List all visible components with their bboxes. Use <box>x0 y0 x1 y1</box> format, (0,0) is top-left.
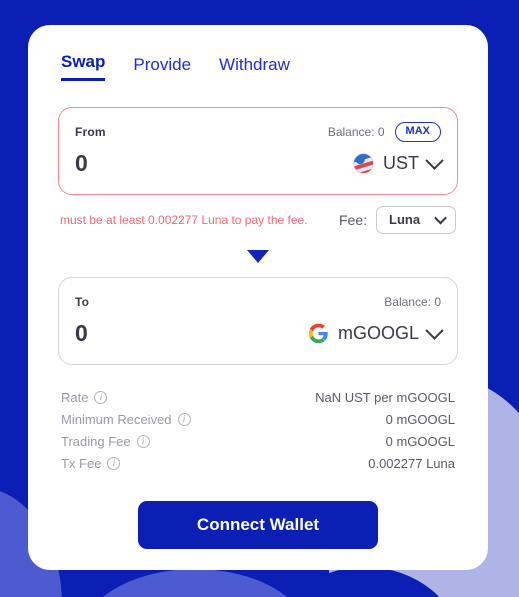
from-balance-group: Balance: 0 MAX <box>327 121 441 142</box>
info-icon[interactable]: i <box>136 435 150 449</box>
to-amount-input[interactable] <box>75 320 255 348</box>
from-token-selector[interactable]: UST <box>353 151 444 174</box>
arrow-down-icon[interactable] <box>247 249 269 263</box>
chevron-down-icon <box>425 151 444 171</box>
detail-value: 0.002277 Luna <box>368 456 455 472</box>
tab-bar: Swap Provide Withdraw <box>58 52 458 81</box>
detail-value: NaN UST per mGOOGL <box>315 390 455 406</box>
fee-group: Fee: Luna <box>338 205 456 234</box>
detail-row-trading-fee: Trading Fee i 0 mGOOGL <box>61 431 455 453</box>
detail-label-group: Rate i <box>61 390 108 406</box>
to-token-name: mGOOGL <box>337 323 419 344</box>
info-icon[interactable]: i <box>107 457 121 471</box>
detail-label: Trading Fee <box>61 434 131 450</box>
transaction-details: Rate i NaN UST per mGOOGL Minimum Receiv… <box>58 387 458 475</box>
detail-label-group: Trading Fee i <box>61 434 150 449</box>
tab-withdraw[interactable]: Withdraw <box>219 55 290 81</box>
swap-card: Swap Provide Withdraw From Balance: 0 MA… <box>28 25 488 570</box>
to-balance-group: Balance: 0 <box>384 295 441 309</box>
to-label: To <box>75 294 90 309</box>
background-decoration-lavender-strip <box>483 427 519 597</box>
detail-row-minimum-received: Minimum Received i 0 mGOOGL <box>61 409 455 431</box>
background-decoration-blue-bottom <box>270 567 460 597</box>
from-error-message: must be at least 0.002277 Luna to pay th… <box>60 212 308 227</box>
detail-label: Minimum Received <box>61 412 172 428</box>
to-balance: Balance: 0 <box>384 294 441 309</box>
detail-row-tx-fee: Tx Fee i 0.002277 Luna <box>61 453 455 475</box>
chevron-down-icon <box>425 321 444 341</box>
google-g-icon <box>308 323 328 344</box>
info-icon[interactable]: i <box>177 413 191 427</box>
detail-label: Rate <box>61 390 89 406</box>
from-label: From <box>75 124 106 139</box>
fee-error-row: must be at least 0.002277 Luna to pay th… <box>58 205 458 234</box>
to-token-selector[interactable]: mGOOGL <box>308 321 444 344</box>
detail-label-group: Tx Fee i <box>61 456 121 472</box>
tab-provide[interactable]: Provide <box>133 55 191 81</box>
from-balance: Balance: 0 <box>327 124 385 139</box>
to-box-header: To Balance: 0 <box>75 290 441 314</box>
max-button[interactable]: MAX <box>394 121 441 142</box>
primary-action-row: Connect Wallet <box>58 500 458 549</box>
from-token-name: UST <box>383 153 419 174</box>
fee-label: Fee: <box>338 211 367 228</box>
tab-swap[interactable]: Swap <box>61 52 106 81</box>
to-token-box: To Balance: 0 mGOOGL <box>58 276 458 365</box>
from-amount-input[interactable] <box>75 150 255 178</box>
from-box-body: UST <box>75 148 444 180</box>
detail-row-rate: Rate i NaN UST per mGOOGL <box>61 387 455 409</box>
swap-direction-row <box>58 249 458 263</box>
detail-label-group: Minimum Received i <box>61 412 191 427</box>
detail-value: 0 mGOOGL <box>385 412 455 428</box>
connect-wallet-button[interactable]: Connect Wallet <box>138 500 378 549</box>
detail-label: Tx Fee <box>61 456 102 472</box>
ust-coin-icon <box>353 153 374 174</box>
from-box-header: From Balance: 0 MAX <box>75 120 441 144</box>
detail-value: 0 mGOOGL <box>385 434 455 450</box>
fee-token-select[interactable]: Luna <box>376 205 456 234</box>
background-decoration-indigo-bottom <box>80 569 310 597</box>
chevron-down-icon <box>434 211 447 225</box>
info-icon[interactable]: i <box>94 391 108 405</box>
from-token-box: From Balance: 0 MAX 0 UST <box>58 106 458 195</box>
to-box-body: mGOOGL <box>75 318 444 350</box>
fee-token-value: Luna <box>389 211 421 227</box>
